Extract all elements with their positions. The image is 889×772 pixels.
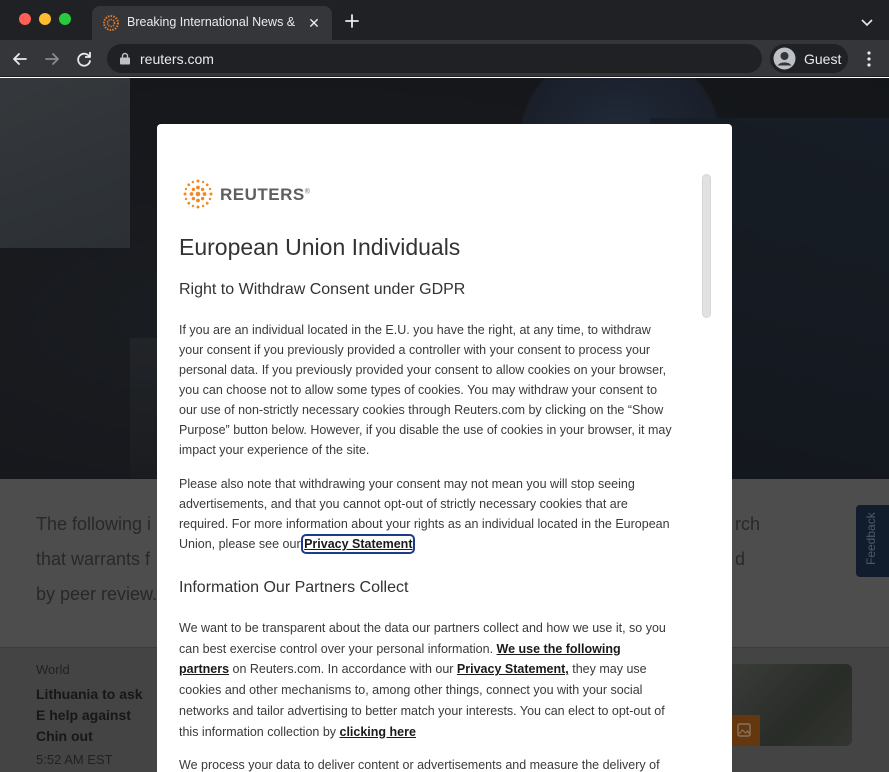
new-tab-icon[interactable] <box>342 11 362 31</box>
dialog-scrollbar[interactable] <box>702 174 711 772</box>
opt-out-link[interactable]: clicking here <box>340 725 416 739</box>
partners-paragraph: We want to be transparent about the data… <box>179 618 674 742</box>
address-bar[interactable]: reuters.com <box>107 44 762 73</box>
forward-arrow-icon[interactable] <box>42 49 62 69</box>
avatar-icon <box>773 47 796 70</box>
reuters-favicon-icon <box>103 15 119 31</box>
reuters-logo: REUTERS® <box>180 178 310 210</box>
logo-text: REUTERS <box>220 185 305 204</box>
more-menu-icon[interactable] <box>860 49 878 69</box>
back-arrow-icon[interactable] <box>10 49 30 69</box>
reuters-logo-icon <box>183 179 213 209</box>
privacy-statement-link-2[interactable]: Privacy Statement, <box>457 662 569 676</box>
opt-out-text: Please also note that withdrawing your c… <box>179 477 670 551</box>
minimize-window-button[interactable] <box>39 13 51 25</box>
profile-button[interactable]: Guest <box>770 44 848 73</box>
scrollbar-thumb[interactable] <box>702 174 711 318</box>
browser-toolbar: reuters.com Guest <box>0 40 889 77</box>
privacy-statement-link[interactable]: Privacy Statement <box>301 534 416 554</box>
partners-heading: Information Our Partners Collect <box>179 579 409 596</box>
tab-title: Breaking International News & <box>127 15 296 29</box>
tab-strip: Breaking International News & ✕ <box>0 0 889 40</box>
dialog-subtitle: Right to Withdraw Consent under GDPR <box>179 281 466 298</box>
maximize-window-button[interactable] <box>59 13 71 25</box>
data-processing-paragraph: We process your data to deliver content … <box>179 758 660 772</box>
lock-icon[interactable] <box>119 52 131 65</box>
tab-search-chevron-icon[interactable] <box>858 13 876 31</box>
partners-text: on Reuters.com. In accordance with our <box>229 662 457 677</box>
dialog-title: European Union Individuals <box>179 234 461 260</box>
browser-tab[interactable]: Breaking International News & ✕ <box>92 6 332 40</box>
reload-icon[interactable] <box>74 49 94 69</box>
close-window-button[interactable] <box>19 13 31 25</box>
url-text: reuters.com <box>140 51 214 67</box>
withdraw-consent-paragraph: If you are an individual located in the … <box>179 323 672 457</box>
profile-name: Guest <box>804 51 842 67</box>
close-tab-icon[interactable]: ✕ <box>306 15 322 31</box>
gdpr-consent-dialog: REUTERS® European Union Individuals Righ… <box>157 124 732 772</box>
opt-out-paragraph: Please also note that withdrawing your c… <box>179 474 674 554</box>
